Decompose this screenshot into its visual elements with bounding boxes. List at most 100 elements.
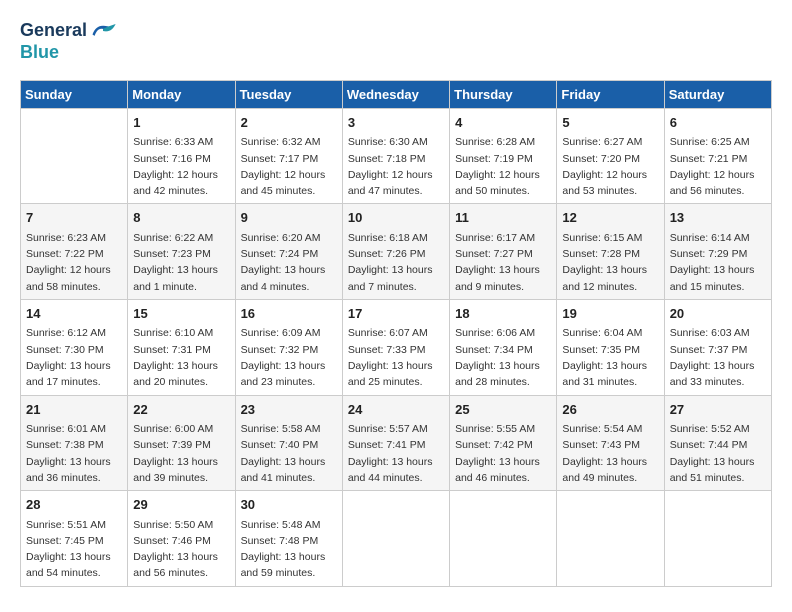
cell-details: Sunrise: 6:17 AMSunset: 7:27 PMDaylight:… [455,230,551,295]
day-number: 30 [241,495,337,515]
day-number: 28 [26,495,122,515]
calendar-table: SundayMondayTuesdayWednesdayThursdayFrid… [20,80,772,587]
cell-details: Sunrise: 5:54 AMSunset: 7:43 PMDaylight:… [562,421,658,486]
calendar-cell: 26Sunrise: 5:54 AMSunset: 7:43 PMDayligh… [557,395,664,491]
calendar-cell: 4Sunrise: 6:28 AMSunset: 7:19 PMDaylight… [450,108,557,204]
day-number: 29 [133,495,229,515]
cell-details: Sunrise: 5:51 AMSunset: 7:45 PMDaylight:… [26,517,122,582]
cell-details: Sunrise: 6:23 AMSunset: 7:22 PMDaylight:… [26,230,122,295]
calendar-cell: 12Sunrise: 6:15 AMSunset: 7:28 PMDayligh… [557,204,664,300]
cell-details: Sunrise: 5:50 AMSunset: 7:46 PMDaylight:… [133,517,229,582]
day-number: 5 [562,113,658,133]
cell-details: Sunrise: 5:58 AMSunset: 7:40 PMDaylight:… [241,421,337,486]
calendar-cell: 14Sunrise: 6:12 AMSunset: 7:30 PMDayligh… [21,299,128,395]
week-row-4: 21Sunrise: 6:01 AMSunset: 7:38 PMDayligh… [21,395,772,491]
calendar-cell: 5Sunrise: 6:27 AMSunset: 7:20 PMDaylight… [557,108,664,204]
calendar-cell: 29Sunrise: 5:50 AMSunset: 7:46 PMDayligh… [128,491,235,587]
cell-details: Sunrise: 6:00 AMSunset: 7:39 PMDaylight:… [133,421,229,486]
cell-details: Sunrise: 5:52 AMSunset: 7:44 PMDaylight:… [670,421,766,486]
day-number: 23 [241,400,337,420]
cell-details: Sunrise: 6:03 AMSunset: 7:37 PMDaylight:… [670,325,766,390]
calendar-cell: 18Sunrise: 6:06 AMSunset: 7:34 PMDayligh… [450,299,557,395]
calendar-cell: 13Sunrise: 6:14 AMSunset: 7:29 PMDayligh… [664,204,771,300]
day-number: 11 [455,208,551,228]
day-number: 19 [562,304,658,324]
column-header-sunday: Sunday [21,80,128,108]
cell-details: Sunrise: 6:12 AMSunset: 7:30 PMDaylight:… [26,325,122,390]
week-row-5: 28Sunrise: 5:51 AMSunset: 7:45 PMDayligh… [21,491,772,587]
calendar-cell: 21Sunrise: 6:01 AMSunset: 7:38 PMDayligh… [21,395,128,491]
logo: General Blue [20,20,117,64]
calendar-cell [450,491,557,587]
calendar-cell: 28Sunrise: 5:51 AMSunset: 7:45 PMDayligh… [21,491,128,587]
calendar-cell: 9Sunrise: 6:20 AMSunset: 7:24 PMDaylight… [235,204,342,300]
day-number: 7 [26,208,122,228]
week-row-2: 7Sunrise: 6:23 AMSunset: 7:22 PMDaylight… [21,204,772,300]
calendar-cell [21,108,128,204]
cell-details: Sunrise: 5:55 AMSunset: 7:42 PMDaylight:… [455,421,551,486]
day-number: 20 [670,304,766,324]
day-number: 8 [133,208,229,228]
cell-details: Sunrise: 6:07 AMSunset: 7:33 PMDaylight:… [348,325,444,390]
day-number: 25 [455,400,551,420]
calendar-cell: 30Sunrise: 5:48 AMSunset: 7:48 PMDayligh… [235,491,342,587]
column-header-wednesday: Wednesday [342,80,449,108]
logo-text: General Blue [20,20,117,64]
calendar-cell: 25Sunrise: 5:55 AMSunset: 7:42 PMDayligh… [450,395,557,491]
cell-details: Sunrise: 6:22 AMSunset: 7:23 PMDaylight:… [133,230,229,295]
day-number: 3 [348,113,444,133]
week-row-1: 1Sunrise: 6:33 AMSunset: 7:16 PMDaylight… [21,108,772,204]
cell-details: Sunrise: 6:15 AMSunset: 7:28 PMDaylight:… [562,230,658,295]
calendar-cell: 17Sunrise: 6:07 AMSunset: 7:33 PMDayligh… [342,299,449,395]
calendar-cell: 6Sunrise: 6:25 AMSunset: 7:21 PMDaylight… [664,108,771,204]
day-number: 26 [562,400,658,420]
day-number: 1 [133,113,229,133]
column-header-tuesday: Tuesday [235,80,342,108]
day-number: 14 [26,304,122,324]
cell-details: Sunrise: 6:27 AMSunset: 7:20 PMDaylight:… [562,134,658,199]
day-number: 4 [455,113,551,133]
column-header-thursday: Thursday [450,80,557,108]
cell-details: Sunrise: 6:32 AMSunset: 7:17 PMDaylight:… [241,134,337,199]
calendar-cell: 22Sunrise: 6:00 AMSunset: 7:39 PMDayligh… [128,395,235,491]
calendar-cell: 1Sunrise: 6:33 AMSunset: 7:16 PMDaylight… [128,108,235,204]
header-row: SundayMondayTuesdayWednesdayThursdayFrid… [21,80,772,108]
cell-details: Sunrise: 6:33 AMSunset: 7:16 PMDaylight:… [133,134,229,199]
cell-details: Sunrise: 6:25 AMSunset: 7:21 PMDaylight:… [670,134,766,199]
calendar-cell: 7Sunrise: 6:23 AMSunset: 7:22 PMDaylight… [21,204,128,300]
day-number: 22 [133,400,229,420]
column-header-friday: Friday [557,80,664,108]
calendar-cell [557,491,664,587]
day-number: 21 [26,400,122,420]
calendar-cell: 23Sunrise: 5:58 AMSunset: 7:40 PMDayligh… [235,395,342,491]
cell-details: Sunrise: 6:28 AMSunset: 7:19 PMDaylight:… [455,134,551,199]
day-number: 16 [241,304,337,324]
day-number: 13 [670,208,766,228]
calendar-cell: 16Sunrise: 6:09 AMSunset: 7:32 PMDayligh… [235,299,342,395]
cell-details: Sunrise: 6:30 AMSunset: 7:18 PMDaylight:… [348,134,444,199]
cell-details: Sunrise: 6:04 AMSunset: 7:35 PMDaylight:… [562,325,658,390]
calendar-cell: 20Sunrise: 6:03 AMSunset: 7:37 PMDayligh… [664,299,771,395]
calendar-cell [342,491,449,587]
calendar-cell: 24Sunrise: 5:57 AMSunset: 7:41 PMDayligh… [342,395,449,491]
day-number: 9 [241,208,337,228]
day-number: 27 [670,400,766,420]
week-row-3: 14Sunrise: 6:12 AMSunset: 7:30 PMDayligh… [21,299,772,395]
calendar-cell: 11Sunrise: 6:17 AMSunset: 7:27 PMDayligh… [450,204,557,300]
calendar-cell: 3Sunrise: 6:30 AMSunset: 7:18 PMDaylight… [342,108,449,204]
cell-details: Sunrise: 6:18 AMSunset: 7:26 PMDaylight:… [348,230,444,295]
day-number: 2 [241,113,337,133]
cell-details: Sunrise: 6:06 AMSunset: 7:34 PMDaylight:… [455,325,551,390]
cell-details: Sunrise: 6:20 AMSunset: 7:24 PMDaylight:… [241,230,337,295]
calendar-cell: 8Sunrise: 6:22 AMSunset: 7:23 PMDaylight… [128,204,235,300]
cell-details: Sunrise: 6:14 AMSunset: 7:29 PMDaylight:… [670,230,766,295]
calendar-cell: 10Sunrise: 6:18 AMSunset: 7:26 PMDayligh… [342,204,449,300]
day-number: 18 [455,304,551,324]
column-header-saturday: Saturday [664,80,771,108]
calendar-cell: 19Sunrise: 6:04 AMSunset: 7:35 PMDayligh… [557,299,664,395]
cell-details: Sunrise: 5:48 AMSunset: 7:48 PMDaylight:… [241,517,337,582]
page-header: General Blue [20,20,772,64]
column-header-monday: Monday [128,80,235,108]
day-number: 6 [670,113,766,133]
day-number: 10 [348,208,444,228]
